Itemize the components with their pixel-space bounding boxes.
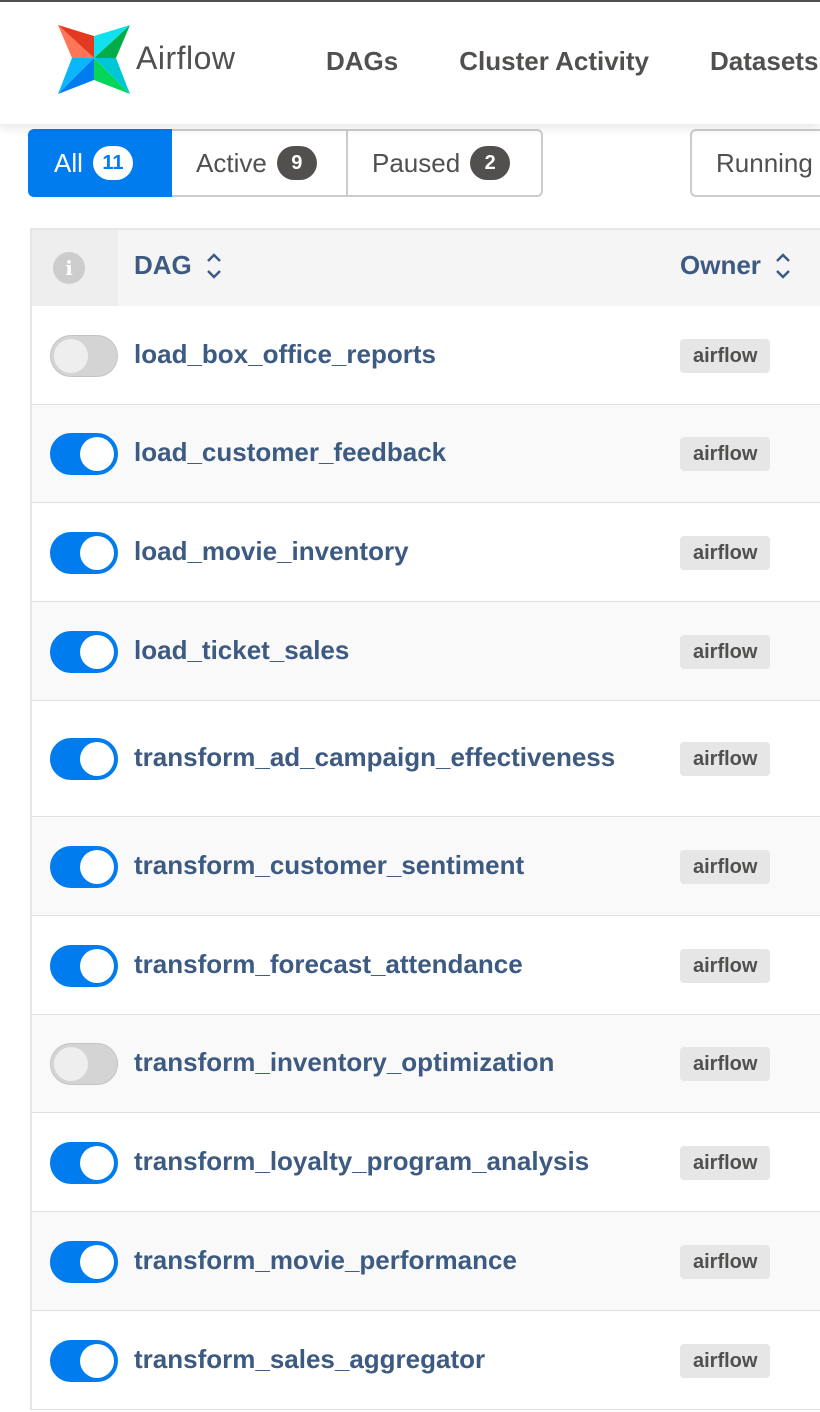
- toggle-knob: [80, 635, 114, 669]
- dag-pause-toggle[interactable]: [50, 631, 118, 673]
- toggle-knob: [54, 1047, 88, 1081]
- info-icon[interactable]: i: [53, 252, 85, 284]
- toggle-knob: [54, 339, 88, 373]
- dag-table: i DAG Owner load_box_office_reportsairfl…: [30, 228, 820, 1410]
- dag-column-header[interactable]: DAG: [134, 250, 222, 281]
- dag-pause-toggle[interactable]: [50, 335, 118, 377]
- nav-datasets[interactable]: Datasets: [710, 46, 818, 77]
- toggle-knob: [80, 1245, 114, 1279]
- toggle-knob: [80, 850, 114, 884]
- dag-id-link[interactable]: transform_inventory_optimization: [134, 1047, 554, 1078]
- dag-id-link[interactable]: transform_sales_aggregator: [134, 1344, 485, 1375]
- filter-all-label: All: [54, 147, 83, 178]
- owner-badge[interactable]: airflow: [680, 1344, 771, 1378]
- filter-all-count: 11: [92, 146, 133, 180]
- dag-id-link[interactable]: transform_movie_performance: [134, 1245, 517, 1276]
- owner-header-label: Owner: [680, 250, 761, 280]
- table-row: transform_ad_campaign_effectiveness airfl…: [30, 701, 820, 817]
- dag-id-link[interactable]: load_movie_inventory: [134, 536, 409, 567]
- table-row: load_ticket_sales airflow: [30, 602, 820, 701]
- dag-pause-toggle[interactable]: [50, 1043, 118, 1085]
- dag-id-link[interactable]: transform_loyalty_program_analysis: [134, 1146, 589, 1177]
- toggle-knob: [80, 536, 114, 570]
- nav-dags[interactable]: DAGs: [326, 46, 398, 77]
- top-navbar: Airflow DAGs Cluster Activity Datasets: [0, 0, 820, 124]
- table-row: transform_customer_sentiment airflow: [30, 817, 820, 916]
- airflow-brand-link[interactable]: Airflow: [58, 22, 236, 94]
- toggle-knob: [80, 1344, 114, 1378]
- filter-running-button[interactable]: Running: [690, 129, 820, 197]
- owner-badge[interactable]: airflow: [680, 437, 771, 471]
- sort-icon: [775, 251, 791, 281]
- toggle-knob: [80, 437, 114, 471]
- filter-all-button[interactable]: All 11: [28, 129, 172, 197]
- dag-pause-toggle[interactable]: [50, 1142, 118, 1184]
- table-row: load_customer_feedback airflow: [30, 405, 820, 503]
- dag-id-link[interactable]: load_box_office_reports: [134, 339, 436, 370]
- dag-pause-toggle[interactable]: [50, 945, 118, 987]
- table-row: transform_sales_aggregator airflow: [30, 1311, 820, 1410]
- dag-id-link[interactable]: transform_forecast_attendance: [134, 949, 523, 980]
- filter-paused-button[interactable]: Paused 2: [348, 129, 543, 197]
- toggle-knob: [80, 742, 114, 776]
- brand-name: Airflow: [136, 39, 236, 76]
- dag-id-link[interactable]: load_customer_feedback: [134, 437, 446, 468]
- dag-id-link[interactable]: transform_ad_campaign_effectiveness: [134, 742, 615, 773]
- dag-pause-toggle[interactable]: [50, 532, 118, 574]
- dag-pause-toggle[interactable]: [50, 1241, 118, 1283]
- nav-cluster-activity[interactable]: Cluster Activity: [459, 46, 649, 77]
- table-row: transform_movie_performance airflow: [30, 1212, 820, 1311]
- dag-pause-toggle[interactable]: [50, 846, 118, 888]
- filter-running-label: Running: [716, 147, 813, 178]
- owner-badge[interactable]: airflow: [680, 1047, 771, 1081]
- owner-badge[interactable]: airflow: [680, 850, 771, 884]
- table-row: transform_inventory_optimization airflow: [30, 1015, 820, 1113]
- info-header-cell: i: [32, 230, 118, 306]
- dag-pause-toggle[interactable]: [50, 1340, 118, 1382]
- table-row: load_movie_inventory airflow: [30, 503, 820, 602]
- owner-badge[interactable]: airflow: [680, 635, 771, 669]
- table-row: transform_loyalty_program_analysis airflo…: [30, 1113, 820, 1212]
- filter-paused-count: 2: [470, 146, 511, 180]
- owner-badge[interactable]: airflow: [680, 1245, 771, 1279]
- filter-active-label: Active: [196, 147, 267, 178]
- owner-badge[interactable]: airflow: [680, 742, 771, 776]
- dag-header-label: DAG: [134, 250, 192, 280]
- table-body: load_box_office_reports airflow load_custo…: [30, 306, 820, 1410]
- table-header: i DAG Owner: [30, 228, 820, 306]
- owner-column-header[interactable]: Owner: [680, 250, 791, 281]
- sort-icon: [206, 251, 222, 281]
- owner-badge[interactable]: airflow: [680, 536, 771, 570]
- status-filter-group: All 11 Active 9 Paused 2: [28, 129, 543, 197]
- filter-active-button[interactable]: Active 9: [172, 129, 348, 197]
- dag-id-link[interactable]: load_ticket_sales: [134, 635, 349, 666]
- filter-active-count: 9: [276, 146, 317, 180]
- dag-pause-toggle[interactable]: [50, 433, 118, 475]
- dag-pause-toggle[interactable]: [50, 738, 118, 780]
- table-row: transform_forecast_attendance airflow: [30, 916, 820, 1015]
- toggle-knob: [80, 949, 114, 983]
- owner-badge[interactable]: airflow: [680, 339, 771, 373]
- filter-paused-label: Paused: [372, 147, 461, 178]
- toggle-knob: [80, 1146, 114, 1180]
- main-nav: DAGs Cluster Activity Datasets: [326, 46, 820, 77]
- owner-badge[interactable]: airflow: [680, 1146, 771, 1180]
- table-row: load_box_office_reports airflow: [30, 306, 820, 405]
- airflow-logo-icon: [58, 25, 130, 94]
- owner-badge[interactable]: airflow: [680, 949, 771, 983]
- dag-id-link[interactable]: transform_customer_sentiment: [134, 850, 524, 881]
